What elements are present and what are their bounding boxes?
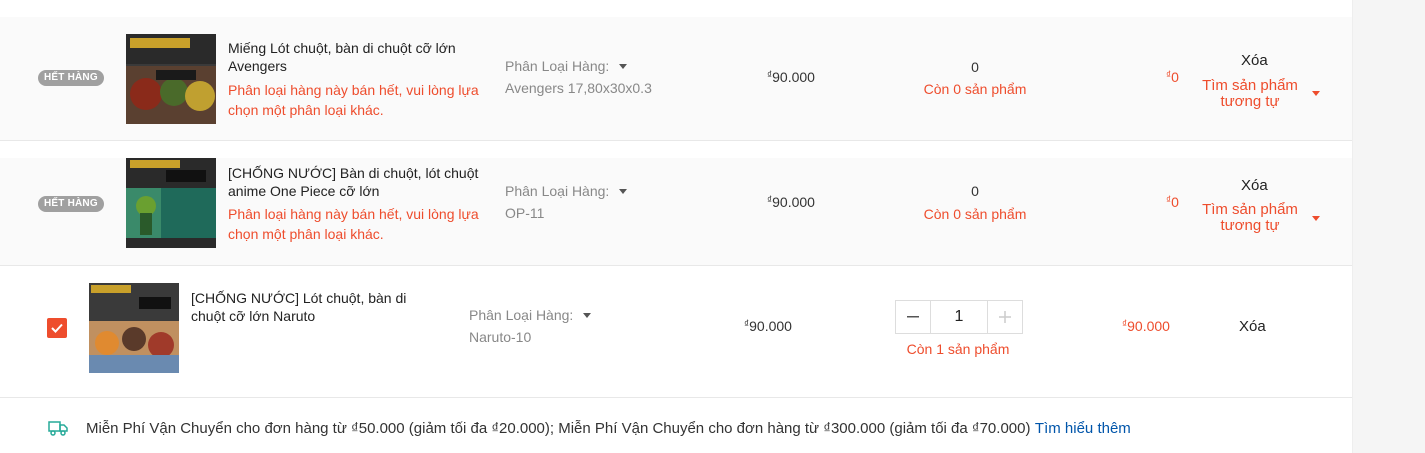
delete-button[interactable]: Xóa [1241,177,1268,194]
shipping-promo-text: Miễn Phí Vận Chuyển cho đơn hàng từ ₫50.… [86,420,1031,437]
line-total: ₫90.000 [1122,318,1170,334]
quantity-input[interactable]: 1 [930,301,988,333]
currency-symbol: ₫ [744,319,750,330]
currency-symbol: ₫ [1166,195,1172,206]
unit-price-value: 90.000 [749,318,792,334]
quantity-value: 0 [971,183,979,199]
currency-symbol: ₫ [767,70,773,81]
variant-value: OP-11 [505,205,545,221]
caret-down-icon [619,188,628,194]
variant-selector[interactable]: Phân Loại Hàng: [505,183,628,199]
stock-remaining: Còn 0 sản phẩm [923,206,1027,222]
variant-label: Phân Loại Hàng: [505,183,610,199]
cart-panel: HẾT HÀNG Miếng Lót chuột, bàn di chuột c… [0,0,1353,453]
find-similar-button[interactable]: Tìm sản phẩm tương tự [1195,78,1305,110]
variant-selector[interactable]: Phân Loại Hàng: [505,58,628,74]
decrease-quantity-button[interactable] [896,301,930,333]
currency-symbol: ₫ [1122,319,1128,330]
unit-price-value: 90.000 [772,194,815,210]
line-total-value: 0 [1171,69,1179,85]
product-thumbnail[interactable] [126,34,216,124]
currency-symbol: ₫ [1166,70,1172,81]
unit-price: ₫90.000 [744,318,792,334]
product-name[interactable]: [CHỐNG NƯỚC] Lót chuột, bàn di chuột cỡ … [191,289,441,325]
unit-price: ₫90.000 [767,194,815,210]
quantity-value: 0 [971,59,979,75]
sold-out-badge: HẾT HÀNG [38,196,104,212]
variant-value: Naruto-10 [469,329,532,345]
delete-button[interactable]: Xóa [1241,52,1268,69]
product-name[interactable]: [CHỐNG NƯỚC] Bàn di chuột, lót chuột ani… [228,164,488,200]
product-thumbnail[interactable] [126,158,216,248]
variant-value: Avengers 17,80x30x0.3 [505,80,652,96]
line-total: ₫0 [1166,194,1179,210]
quantity-stepper[interactable]: 1 [895,300,1023,334]
unit-price-value: 90.000 [772,69,815,85]
shipping-promo-bar: Miễn Phí Vận Chuyển cho đơn hàng từ ₫50.… [0,398,1352,453]
currency-symbol: ₫ [767,195,773,206]
increase-quantity-button[interactable] [988,301,1022,333]
line-total: ₫0 [1166,69,1179,85]
minus-icon [907,316,919,318]
line-total-value: 90.000 [1127,318,1170,334]
sold-out-badge: HẾT HÀNG [38,70,104,86]
line-total-value: 0 [1171,194,1179,210]
check-icon [51,323,63,333]
product-thumbnail[interactable] [89,283,179,373]
product-name[interactable]: Miếng Lót chuột, bàn di chuột cỡ lớn Ave… [228,39,488,75]
variant-label: Phân Loại Hàng: [469,307,574,323]
delete-button[interactable]: Xóa [1239,318,1266,335]
find-similar-button[interactable]: Tìm sản phẩm tương tự [1195,202,1305,234]
stock-remaining: Còn 0 sản phẩm [923,81,1027,97]
variant-selector[interactable]: Phân Loại Hàng: [469,307,592,323]
item-checkbox[interactable] [47,318,67,338]
cart-item-row: [CHỐNG NƯỚC] Lót chuột, bàn di chuột cỡ … [0,266,1352,398]
variant-label: Phân Loại Hàng: [505,58,610,74]
shipping-promo: Miễn Phí Vận Chuyển cho đơn hàng từ ₫50.… [86,420,1131,438]
cart-item-row: HẾT HÀNG [CHỐNG NƯỚC] Bàn di chuột, lót … [0,158,1352,266]
truck-icon [48,421,68,436]
stock-remaining: Còn 1 sản phẩm [906,341,1010,357]
caret-down-icon[interactable] [1312,91,1320,96]
caret-down-icon [619,63,628,69]
sold-out-warning: Phân loại hàng này bán hết, vui lòng lựa… [228,82,479,118]
unit-price: ₫90.000 [767,69,815,85]
cart-item-row: HẾT HÀNG Miếng Lót chuột, bàn di chuột c… [0,17,1352,141]
learn-more-link[interactable]: Tìm hiểu thêm [1035,420,1131,437]
plus-icon [999,311,1011,323]
caret-down-icon [583,312,592,318]
caret-down-icon[interactable] [1312,216,1320,221]
sold-out-warning: Phân loại hàng này bán hết, vui lòng lựa… [228,206,479,242]
